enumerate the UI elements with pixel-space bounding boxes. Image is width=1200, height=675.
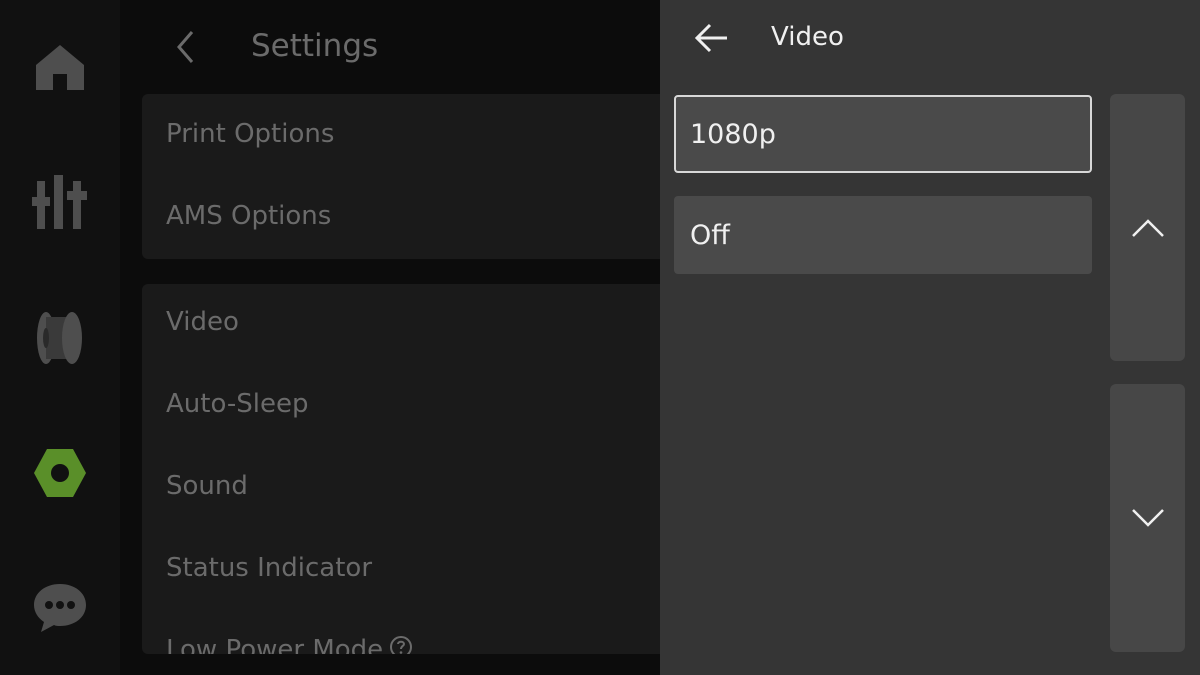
- panel-title: Video: [771, 22, 844, 52]
- settings-group-device: Video Auto-Sleep Sound Status Indicator …: [142, 284, 682, 654]
- chat-bubble-icon: [34, 584, 86, 632]
- menu-item-auto-sleep[interactable]: Auto-Sleep: [166, 386, 308, 422]
- nav-home[interactable]: [30, 37, 90, 97]
- nav-settings[interactable]: [30, 443, 90, 503]
- menu-item-status-indicator[interactable]: Status Indicator: [166, 550, 372, 586]
- nav-controls[interactable]: [30, 172, 90, 232]
- home-icon: [36, 45, 84, 90]
- back-arrow-icon[interactable]: [693, 20, 731, 56]
- scroll-up-button[interactable]: [1110, 94, 1185, 361]
- menu-item-video[interactable]: Video: [166, 304, 239, 340]
- chevron-up-icon: [1131, 218, 1164, 237]
- option-label: Off: [690, 219, 730, 251]
- low-power-mode-label: Low Power Mode: [166, 635, 384, 654]
- question-circle-icon[interactable]: [389, 633, 413, 654]
- scroll-down-button[interactable]: [1110, 384, 1185, 652]
- video-panel: Video 1080p Off: [660, 0, 1200, 675]
- settings-page: Settings Print Options AMS Options Video…: [120, 0, 682, 675]
- settings-nut-icon: [34, 449, 86, 497]
- settings-group-print: Print Options AMS Options: [142, 94, 682, 259]
- back-chevron-icon[interactable]: [172, 28, 202, 66]
- menu-item-sound[interactable]: Sound: [166, 468, 248, 504]
- chevron-down-icon: [1131, 509, 1164, 527]
- sliders-icon: [32, 175, 87, 229]
- option-1080p[interactable]: 1080p: [674, 95, 1092, 173]
- option-off[interactable]: Off: [674, 196, 1092, 274]
- menu-item-print-options[interactable]: Print Options: [166, 116, 334, 152]
- page-title: Settings: [251, 28, 379, 64]
- nav-messages[interactable]: [30, 577, 90, 637]
- nav-rail: [0, 0, 120, 675]
- menu-item-ams-options[interactable]: AMS Options: [166, 198, 331, 234]
- menu-item-low-power-mode[interactable]: Low Power Mode: [166, 632, 413, 654]
- option-label: 1080p: [690, 118, 776, 150]
- nav-filament[interactable]: [30, 308, 90, 368]
- filament-spool-icon: [37, 312, 82, 364]
